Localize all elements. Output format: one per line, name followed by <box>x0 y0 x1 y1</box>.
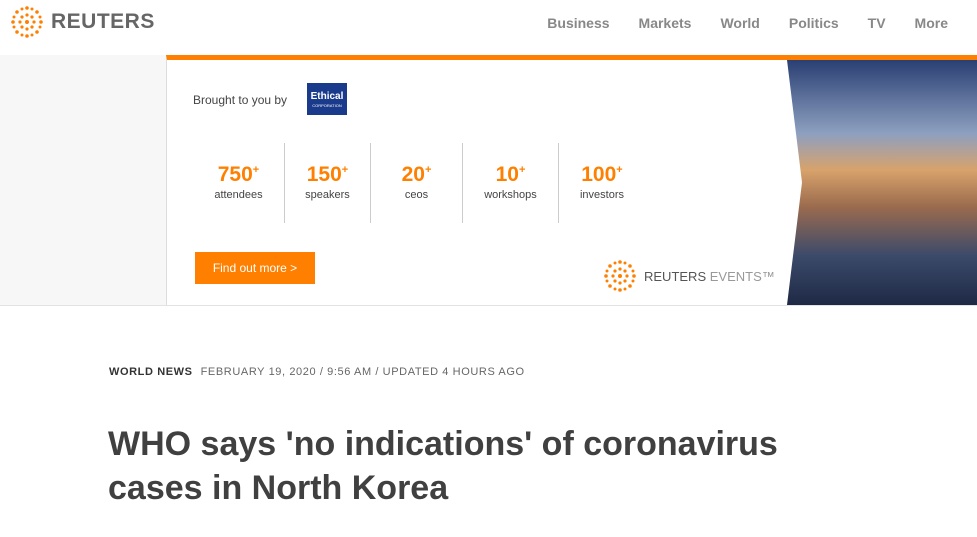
reuters-dots-icon <box>11 6 43 38</box>
brought-by-label: Brought to you by <box>193 93 288 107</box>
nav-markets[interactable]: Markets <box>639 15 692 31</box>
ad-container: Brought to you by Ethical CORPORATION 750… <box>0 55 977 306</box>
reuters-logo[interactable]: REUTERS <box>11 6 155 38</box>
stat-investors: 100+ investors <box>579 163 625 201</box>
dateline: FEBRUARY 19, 2020 / 9:56 AM / UPDATED 4 … <box>200 366 525 378</box>
nav-world[interactable]: World <box>720 15 759 31</box>
main-nav: Business Markets World Politics TV More <box>547 15 977 31</box>
brand-name: REUTERS <box>51 10 155 33</box>
reuters-dots-icon <box>604 260 636 292</box>
article-headline: WHO says 'no indications' of coronavirus… <box>108 425 778 507</box>
nav-more[interactable]: More <box>915 15 948 31</box>
find-out-more-button[interactable]: Find out more > <box>195 252 315 284</box>
stat-attendees: 750+ attendees <box>193 143 285 223</box>
article-meta: WORLD NEWS FEBRUARY 19, 2020 / 9:56 AM / … <box>109 366 525 378</box>
sponsor-logo: Ethical CORPORATION <box>307 83 347 115</box>
stat-ceos: 20+ ceos <box>371 143 463 223</box>
nav-tv[interactable]: TV <box>868 15 886 31</box>
nav-politics[interactable]: Politics <box>789 15 839 31</box>
section-label[interactable]: WORLD NEWS <box>109 366 193 378</box>
nav-business[interactable]: Business <box>547 15 609 31</box>
stat-speakers: 150+ speakers <box>285 143 371 223</box>
event-stats: 750+ attendees 150+ speakers 20+ ceos 10+ wo… <box>193 143 645 223</box>
site-header: REUTERS Business Markets World Politics … <box>0 0 977 55</box>
reuters-events-logo: REUTERS EVENTS™ <box>604 260 775 292</box>
stat-workshops: 10+ workshops <box>463 143 559 223</box>
advertisement-banner[interactable]: Brought to you by Ethical CORPORATION 750… <box>166 55 977 305</box>
london-skyline-image <box>787 60 977 305</box>
